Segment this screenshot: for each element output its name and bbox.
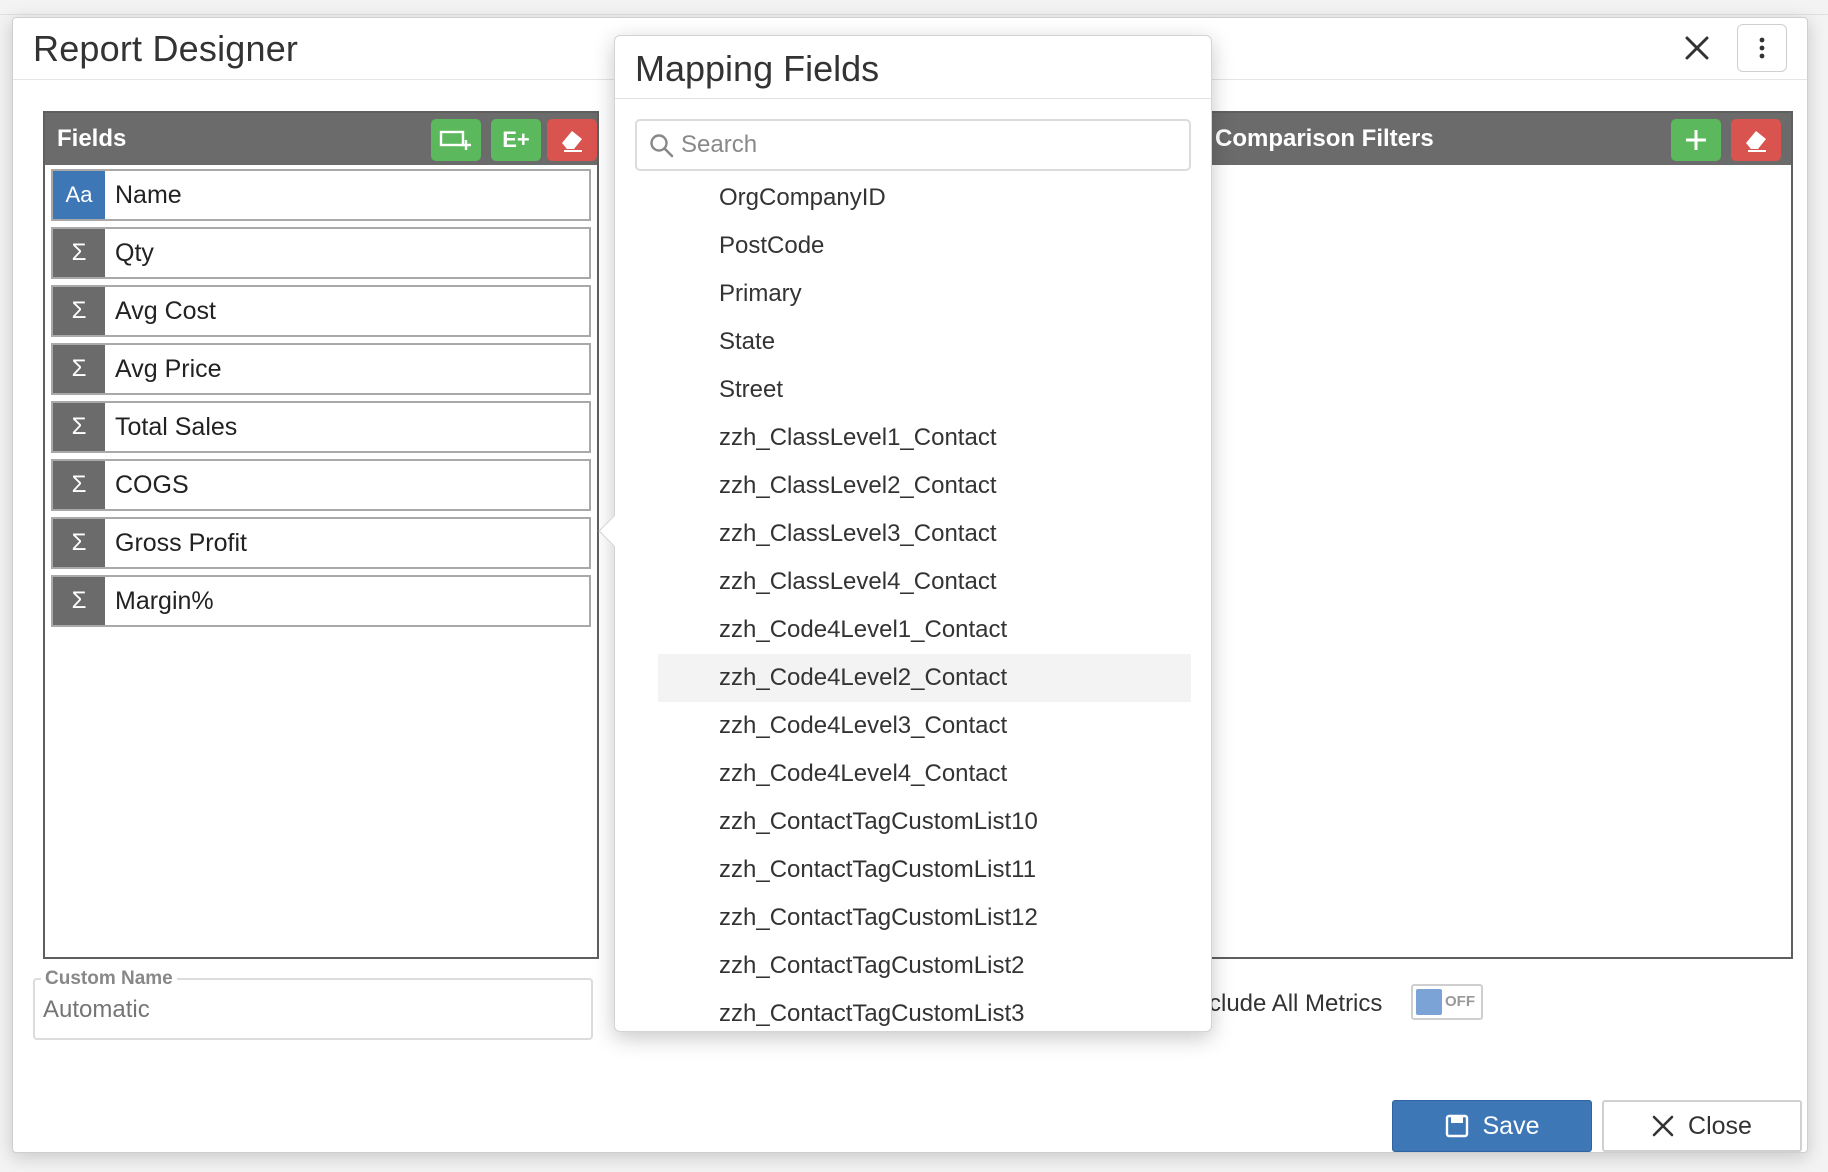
mapping-option[interactable]: zzh_ContactTagCustomList3 xyxy=(635,990,1191,1038)
vertical-dots-icon xyxy=(1759,37,1765,59)
fields-panel-title: Fields xyxy=(57,125,127,152)
popover-title: Mapping Fields xyxy=(635,48,880,89)
field-item[interactable]: Σ Avg Price xyxy=(51,343,591,395)
fields-panel: Fields E+ Aa Name Σ Qty Σ Avg Cost Σ Avg Price Σ… xyxy=(43,111,599,959)
sigma-icon: Σ xyxy=(53,461,105,509)
close-button-label: Close xyxy=(1688,1111,1752,1140)
comparison-filters-title: Comparison Filters xyxy=(1215,125,1434,152)
mapping-option[interactable]: zzh_ContactTagCustomList10 xyxy=(635,798,1191,846)
custom-name-label: Custom Name xyxy=(41,968,177,990)
field-label: Gross Profit xyxy=(115,528,247,557)
mapping-option[interactable]: zzh_Code4Level2_Contact xyxy=(658,654,1191,702)
field-item[interactable]: Σ Margin% xyxy=(51,575,591,627)
field-label: COGS xyxy=(115,470,189,499)
field-item[interactable]: Σ Total Sales xyxy=(51,401,591,453)
mapping-option[interactable]: zzh_ContactTagCustomList2 xyxy=(635,942,1191,990)
mapping-option[interactable]: zzh_ClassLevel3_Contact xyxy=(635,510,1191,558)
save-button[interactable]: Save xyxy=(1392,1100,1592,1152)
field-item[interactable]: Σ Qty xyxy=(51,227,591,279)
sigma-icon: Σ xyxy=(53,577,105,625)
toggle-state-text: OFF xyxy=(1445,993,1475,1010)
mapping-option[interactable]: zzh_ContactTagCustomList12 xyxy=(635,894,1191,942)
sigma-icon: Σ xyxy=(53,229,105,277)
add-expression-button[interactable]: E+ xyxy=(491,119,541,161)
field-list: Aa Name Σ Qty Σ Avg Cost Σ Avg Price Σ Total Sale… xyxy=(51,169,591,633)
field-item[interactable]: Σ Avg Cost xyxy=(51,285,591,337)
mapping-fields-popover: Mapping Fields OrgCompanyIDPostCodePrima… xyxy=(598,35,1212,1032)
mapping-option[interactable]: Primary xyxy=(635,270,1191,318)
search-box xyxy=(635,119,1191,171)
popover-divider xyxy=(615,98,1211,99)
clear-filters-button[interactable] xyxy=(1731,119,1781,161)
close-icon[interactable] xyxy=(1677,28,1717,68)
mapping-option[interactable]: zzh_Code4Level4_Contact xyxy=(635,750,1191,798)
toggle-knob xyxy=(1416,989,1442,1015)
dialog-title: Report Designer xyxy=(33,28,299,69)
add-filter-button[interactable] xyxy=(1671,119,1721,161)
mapping-option[interactable]: zzh_Code4Level1_Contact xyxy=(635,606,1191,654)
sigma-icon: Σ xyxy=(53,287,105,335)
field-label: Qty xyxy=(115,238,154,267)
field-label: Name xyxy=(115,180,182,209)
background-divider xyxy=(0,14,1828,15)
eraser-icon xyxy=(1746,131,1766,152)
close-button[interactable]: Close xyxy=(1602,1100,1802,1152)
field-item[interactable]: Σ Gross Profit xyxy=(51,517,591,569)
field-label: Total Sales xyxy=(115,412,238,441)
mapping-options-list: OrgCompanyID PostCode Primary State Street zz… xyxy=(635,174,1191,1046)
sigma-icon: Σ xyxy=(53,519,105,567)
comparison-filters-header: Comparison Filters xyxy=(1195,113,1791,165)
add-calculated-field-button[interactable] xyxy=(431,119,481,161)
include-all-metrics-label: clude All Metrics xyxy=(1209,990,1383,1017)
field-label: Margin% xyxy=(115,586,214,615)
add-box-icon xyxy=(439,130,471,150)
clear-fields-button[interactable] xyxy=(547,119,597,161)
mapping-option[interactable]: zzh_ClassLevel1_Contact xyxy=(635,414,1191,462)
close-icon xyxy=(1652,1115,1674,1137)
custom-name-input[interactable] xyxy=(43,992,583,1028)
fields-panel-header: Fields E+ xyxy=(45,113,597,165)
mapping-option[interactable]: State xyxy=(635,318,1191,366)
search-input[interactable] xyxy=(681,130,1171,160)
search-icon xyxy=(650,134,674,158)
custom-name-field: Custom Name xyxy=(33,968,593,1040)
field-item[interactable]: Aa Name xyxy=(51,169,591,221)
mapping-option[interactable]: zzh_ContactTagCustomList11 xyxy=(635,846,1191,894)
mapping-option[interactable]: OrgCompanyID xyxy=(635,174,1191,222)
include-all-metrics-toggle[interactable]: OFF xyxy=(1411,984,1483,1020)
mapping-option[interactable]: zzh_Code4Level3_Contact xyxy=(635,702,1191,750)
save-button-label: Save xyxy=(1482,1111,1540,1140)
field-item[interactable]: Σ COGS xyxy=(51,459,591,511)
text-type-icon: Aa xyxy=(53,171,105,219)
mapping-option[interactable]: PostCode xyxy=(635,222,1191,270)
eraser-icon xyxy=(562,131,582,152)
mapping-option[interactable]: zzh_ClassLevel2_Contact xyxy=(635,462,1191,510)
mapping-option[interactable]: zzh_ClassLevel4_Contact xyxy=(635,558,1191,606)
comparison-filters-panel: Comparison Filters xyxy=(1193,111,1793,959)
field-label: Avg Cost xyxy=(115,296,216,325)
more-options-button[interactable] xyxy=(1737,24,1787,72)
sigma-icon: Σ xyxy=(53,403,105,451)
close-icon-svg xyxy=(1685,36,1709,60)
field-label: Avg Price xyxy=(115,354,222,383)
mapping-option[interactable]: Street xyxy=(635,366,1191,414)
plus-icon xyxy=(1686,130,1706,150)
sigma-icon: Σ xyxy=(53,345,105,393)
save-icon xyxy=(1445,1114,1468,1138)
